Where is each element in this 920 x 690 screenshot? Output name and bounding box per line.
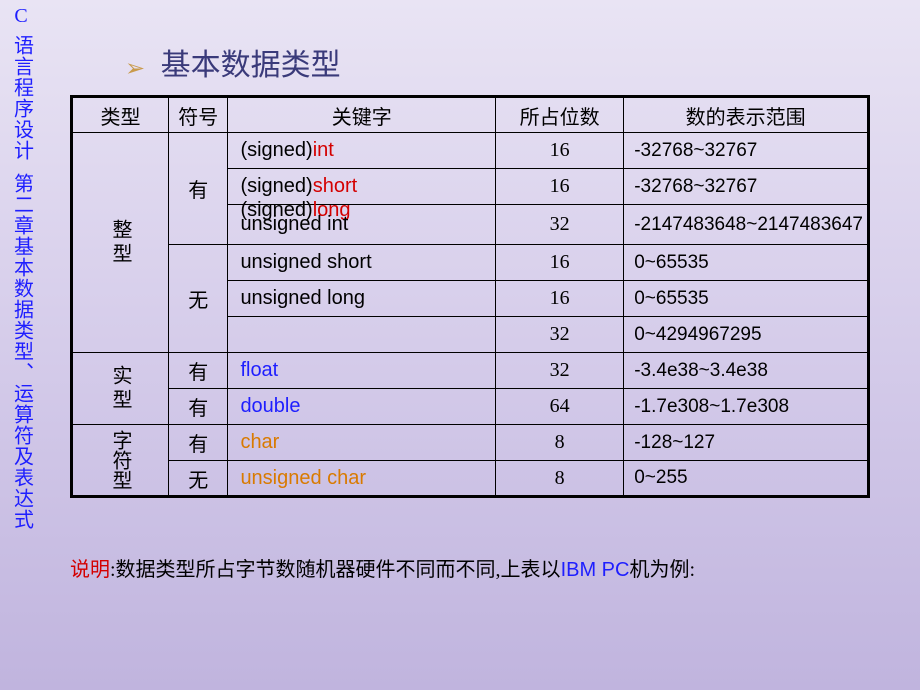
range-signed-short: -32768~32767 [624,169,869,205]
range-signed-long: -2147483648~2147483647 [624,205,869,245]
range-unsigned-char: 0~255 [624,461,869,497]
kw-signed-long-overlap: (signed)long unsigned int [228,205,496,245]
kw-empty [228,317,496,353]
range-double: -1.7e308~1.7e308 [624,389,869,425]
title-text: 基本数据类型 [161,49,341,82]
sidebar-c: C [14,4,27,29]
bullet-arrow-icon: ➢ [125,56,145,82]
kw-float: float [228,353,496,389]
header-sign: 符号 [169,97,228,133]
kw-signed-int: (signed)int [228,133,496,169]
type-char: 字符型 [72,425,169,497]
range-unsigned-int: 0~65535 [624,245,869,281]
note-label: 说明 [70,559,110,581]
table-header-row: 类型 符号 关键字 所占位数 数的表示范围 [72,97,869,133]
type-int: 整型 [72,133,169,353]
note-ibm: IBM PC [561,559,630,581]
header-range: 数的表示范围 [624,97,869,133]
bits-double: 64 [496,389,624,425]
range-unsigned-short: 0~65535 [624,281,869,317]
kw-unsigned-short: unsigned short [228,245,496,281]
kw-char: char [228,425,496,461]
bits-signed-short: 16 [496,169,624,205]
footnote: 说明:数据类型所占字节数随机器硬件不同而不同,上表以IBM PC机为例: [70,553,695,582]
sign-yes-int: 有 [169,133,228,245]
range-float: -3.4e38~3.4e38 [624,353,869,389]
bits-float: 32 [496,353,624,389]
bits-unsigned-long: 32 [496,317,624,353]
range-char: -128~127 [624,425,869,461]
sign-yes-float: 有 [169,353,228,389]
header-type: 类型 [72,97,169,133]
note-tail: 机为例: [629,559,695,581]
bits-signed-int: 16 [496,133,624,169]
header-bits: 所占位数 [496,97,624,133]
bits-unsigned-int: 16 [496,245,624,281]
table-row: 无 unsigned char 8 0~255 [72,461,869,497]
range-signed-int: -32768~32767 [624,133,869,169]
bits-signed-long: 32 [496,205,624,245]
kw-double: double [228,389,496,425]
table-row: 无 unsigned short 16 0~65535 [72,245,869,281]
kw-unsigned-char: unsigned char [228,461,496,497]
table-row: 整型 有 (signed)int 16 -32768~32767 [72,133,869,169]
data-type-table: 类型 符号 关键字 所占位数 数的表示范围 整型 有 (signed)int 1… [70,95,870,498]
range-unsigned-long: 0~4294967295 [624,317,869,353]
header-keyword: 关键字 [228,97,496,133]
kw-unsigned-long: unsigned long [228,281,496,317]
sidebar: C 语言程序设计 第二章基本数据类型、运算符及表达式 [0,0,42,690]
sign-no-int: 无 [169,245,228,353]
sidebar-line1: 语言程序设计 [9,35,34,161]
note-text: :数据类型所占字节数随机器硬件不同而不同,上表以 [110,559,561,581]
sign-yes-double: 有 [169,389,228,425]
sidebar-line2: 第二章基本数据类型、运算符及表达式 [9,173,34,530]
bits-unsigned-short: 16 [496,281,624,317]
table-row: 字符型 有 char 8 -128~127 [72,425,869,461]
sign-no-char: 无 [169,461,228,497]
bits-unsigned-char: 8 [496,461,624,497]
type-real: 实型 [72,353,169,425]
sign-yes-char: 有 [169,425,228,461]
bits-char: 8 [496,425,624,461]
table-row: 有 double 64 -1.7e308~1.7e308 [72,389,869,425]
table-row: 实型 有 float 32 -3.4e38~3.4e38 [72,353,869,389]
page-title: ➢ 基本数据类型 [125,40,341,84]
